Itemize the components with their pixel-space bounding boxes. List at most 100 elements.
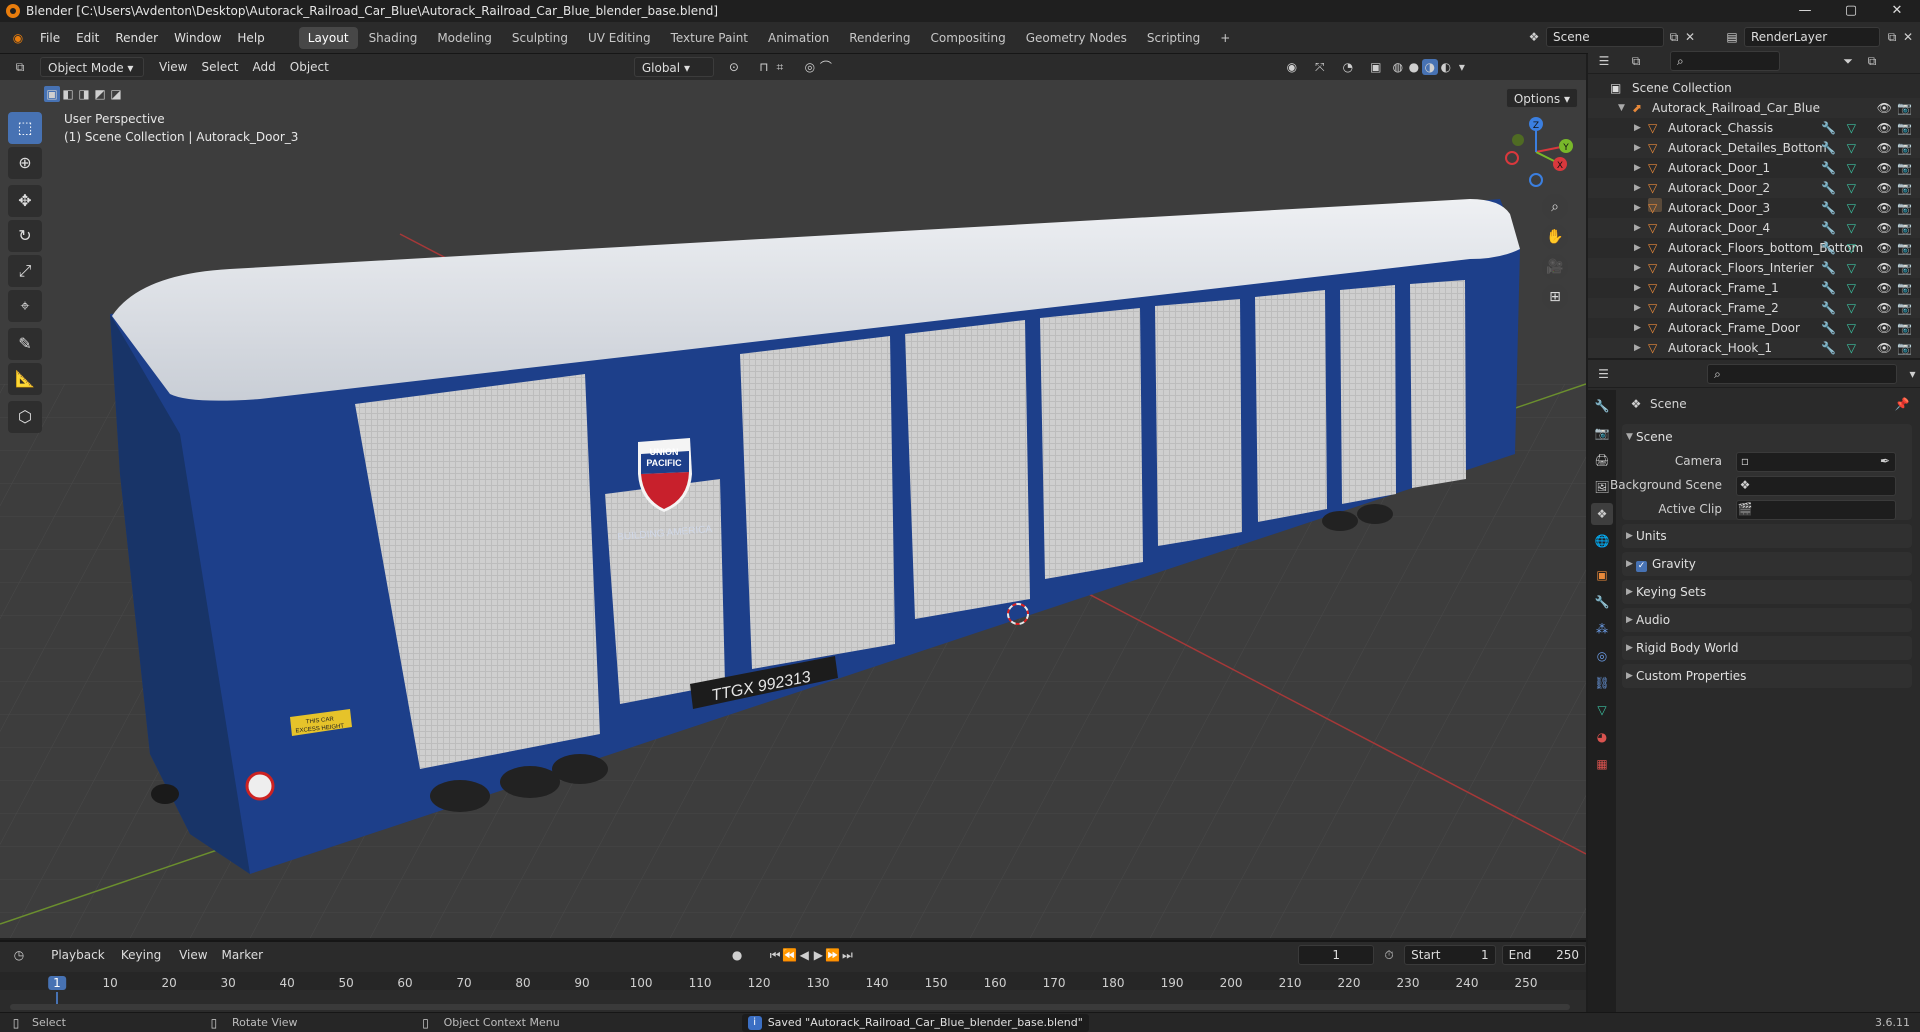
3d-viewport[interactable]: UNION PACIFIC BUILDING AMERICA TTGX 9923… bbox=[0, 54, 1586, 938]
zoom-icon[interactable]: ⌕ bbox=[1542, 194, 1568, 220]
annotate-tool-icon[interactable]: ✎ bbox=[8, 328, 42, 360]
display-mode-icon[interactable]: ⧉ bbox=[1628, 53, 1644, 69]
expand-icon[interactable]: ▶ bbox=[1634, 318, 1644, 338]
particles-tab-icon[interactable]: ⁂ bbox=[1591, 618, 1613, 640]
units-panel[interactable]: ▶ Units bbox=[1622, 524, 1912, 548]
modifier-icon[interactable]: 🔧 bbox=[1821, 258, 1836, 278]
tab-compositing[interactable]: Compositing bbox=[921, 27, 1014, 49]
maximize-button[interactable]: ▢ bbox=[1828, 0, 1874, 22]
visibility-eye-icon[interactable]: 👁 bbox=[1877, 98, 1892, 118]
visibility-eye-icon[interactable]: 👁 bbox=[1877, 278, 1892, 298]
mesh-data-icon[interactable]: ▽ bbox=[1847, 258, 1856, 278]
viewport-menu-view[interactable]: View bbox=[152, 57, 194, 77]
mesh-data-icon[interactable]: ▽ bbox=[1847, 158, 1856, 178]
frame-ruler[interactable]: 1 10 20 30 40 50 60 70 80 90 100 110 120 130 140 150 160… bbox=[0, 942, 1586, 1014]
expand-icon[interactable]: ▶ bbox=[1634, 298, 1644, 318]
select-extend-icon[interactable]: ◧ bbox=[60, 86, 76, 102]
outliner-search-input[interactable]: ⌕ bbox=[1670, 50, 1780, 71]
visibility-eye-icon[interactable]: 👁 bbox=[1877, 318, 1892, 338]
modifier-icon[interactable]: 🔧 bbox=[1821, 178, 1836, 198]
rendered-shading-icon[interactable]: ◐ bbox=[1438, 59, 1454, 75]
tab-texture-paint[interactable]: Texture Paint bbox=[662, 27, 757, 49]
tab-animation[interactable]: Animation bbox=[759, 27, 838, 49]
mesh-data-icon[interactable]: ▽ bbox=[1847, 198, 1856, 218]
mesh-data-icon[interactable]: ▽ bbox=[1847, 138, 1856, 158]
editor-type-icon[interactable]: ⧉ bbox=[12, 59, 28, 75]
camera-field[interactable]: ▫ ✒ bbox=[1736, 452, 1896, 472]
world-tab-icon[interactable]: 🌐 bbox=[1591, 530, 1613, 552]
modifier-icon[interactable]: 🔧 bbox=[1821, 278, 1836, 298]
properties-options-icon[interactable]: ▾ bbox=[1905, 366, 1920, 382]
modifier-icon[interactable]: 🔧 bbox=[1821, 338, 1836, 358]
perspective-toggle-icon[interactable]: ⊞ bbox=[1542, 284, 1568, 310]
visibility-eye-icon[interactable]: 👁 bbox=[1877, 138, 1892, 158]
navigation-gizmo[interactable]: X Y Z bbox=[1496, 112, 1576, 192]
mesh-data-icon[interactable]: ▽ bbox=[1847, 218, 1856, 238]
minimize-button[interactable]: — bbox=[1782, 0, 1828, 22]
modifier-icon[interactable]: 🔧 bbox=[1821, 158, 1836, 178]
visibility-eye-icon[interactable]: 👁 bbox=[1877, 118, 1892, 138]
snap-icon[interactable]: ⊓ bbox=[756, 59, 772, 75]
texture-tab-icon[interactable]: ▦ bbox=[1591, 753, 1613, 775]
gravity-panel[interactable]: ▶ ✓ Gravity bbox=[1622, 552, 1912, 576]
collapse-icon[interactable]: ▼ bbox=[1618, 98, 1628, 118]
visibility-eye-icon[interactable]: 👁 bbox=[1877, 178, 1892, 198]
filter-icon[interactable]: ⏷ bbox=[1840, 53, 1856, 69]
constraints-tab-icon[interactable]: ⛓ bbox=[1591, 672, 1613, 694]
modifier-icon[interactable]: 🔧 bbox=[1821, 318, 1836, 338]
outliner-item[interactable]: ▶ ▽ Autorack_Door_1 🔧 ▽ 👁 📷 bbox=[1588, 158, 1920, 178]
cursor-tool-icon[interactable]: ⊕ bbox=[8, 147, 42, 179]
playhead[interactable] bbox=[56, 992, 58, 1004]
pan-hand-icon[interactable]: ✋ bbox=[1542, 224, 1568, 250]
tab-uv-editing[interactable]: UV Editing bbox=[579, 27, 660, 49]
mesh-data-icon[interactable]: ▽ bbox=[1847, 238, 1856, 258]
tab-rendering[interactable]: Rendering bbox=[840, 27, 919, 49]
transform-orientation-dropdown[interactable]: Global ▾ bbox=[633, 57, 714, 77]
outliner-editor-type-icon[interactable]: ☰ bbox=[1596, 53, 1612, 69]
visibility-eye-icon[interactable]: 👁 bbox=[1877, 158, 1892, 178]
modifier-icon[interactable]: 🔧 bbox=[1821, 298, 1836, 318]
menu-help[interactable]: Help bbox=[229, 22, 272, 54]
material-shading-icon[interactable]: ◑ bbox=[1421, 59, 1438, 75]
camera-view-icon[interactable]: 🎥 bbox=[1542, 254, 1568, 280]
visibility-icon[interactable]: ◉ bbox=[1284, 59, 1300, 75]
tab-shading[interactable]: Shading bbox=[360, 27, 427, 49]
scene-tab-icon[interactable]: ❖ bbox=[1591, 503, 1613, 525]
render-camera-icon[interactable]: 📷 bbox=[1897, 138, 1912, 158]
render-camera-icon[interactable]: 📷 bbox=[1897, 158, 1912, 178]
render-camera-icon[interactable]: 📷 bbox=[1897, 258, 1912, 278]
custom-properties-panel[interactable]: ▶ Custom Properties bbox=[1622, 664, 1912, 688]
blender-menu-icon[interactable]: ◉ bbox=[10, 30, 26, 46]
mesh-data-icon[interactable]: ▽ bbox=[1847, 118, 1856, 138]
add-cube-tool-icon[interactable]: ⬡ bbox=[8, 401, 42, 433]
visibility-eye-icon[interactable]: 👁 bbox=[1877, 298, 1892, 318]
expand-icon[interactable]: ▶ bbox=[1634, 218, 1644, 238]
outliner-item[interactable]: ▶ ▽ Autorack_Frame_Door 🔧 ▽ 👁 📷 bbox=[1588, 318, 1920, 338]
properties-editor-type-icon[interactable]: ☰ bbox=[1596, 366, 1611, 382]
expand-icon[interactable]: ▶ bbox=[1634, 138, 1644, 158]
modifier-icon[interactable]: 🔧 bbox=[1821, 218, 1836, 238]
rotate-tool-icon[interactable]: ↻ bbox=[8, 220, 42, 252]
tab-geometry-nodes[interactable]: Geometry Nodes bbox=[1017, 27, 1136, 49]
render-camera-icon[interactable]: 📷 bbox=[1897, 238, 1912, 258]
outliner-item[interactable]: ▶ ▽ Autorack_Door_4 🔧 ▽ 👁 📷 bbox=[1588, 218, 1920, 238]
keying-sets-panel[interactable]: ▶ Keying Sets bbox=[1622, 580, 1912, 604]
viewport-menu-select[interactable]: Select bbox=[194, 57, 245, 77]
eyedropper-icon[interactable]: ✒ bbox=[1877, 453, 1893, 469]
xray-icon[interactable]: ▣ bbox=[1368, 59, 1384, 75]
output-tab-icon[interactable]: 🖨 bbox=[1591, 449, 1613, 471]
scene-field[interactable]: Scene bbox=[1546, 27, 1664, 47]
tab-scripting[interactable]: Scripting bbox=[1138, 27, 1209, 49]
expand-icon[interactable]: ▶ bbox=[1634, 178, 1644, 198]
tab-layout[interactable]: Layout bbox=[298, 26, 358, 49]
render-camera-icon[interactable]: 📷 bbox=[1897, 278, 1912, 298]
close-button[interactable]: ✕ bbox=[1874, 0, 1920, 22]
render-camera-icon[interactable]: 📷 bbox=[1897, 298, 1912, 318]
shading-options-icon[interactable]: ▾ bbox=[1454, 59, 1470, 75]
outliner-item[interactable]: ▶ ▽ Autorack_Chassis 🔧 ▽ 👁 📷 bbox=[1588, 118, 1920, 138]
new-scene-icon[interactable]: ⧉ bbox=[1666, 29, 1682, 45]
select-subtract-icon[interactable]: ◨ bbox=[76, 86, 92, 102]
data-tab-icon[interactable]: ▽ bbox=[1591, 699, 1613, 721]
scene-panel-header[interactable]: ▼ Scene bbox=[1622, 424, 1912, 450]
render-camera-icon[interactable]: 📷 bbox=[1897, 118, 1912, 138]
